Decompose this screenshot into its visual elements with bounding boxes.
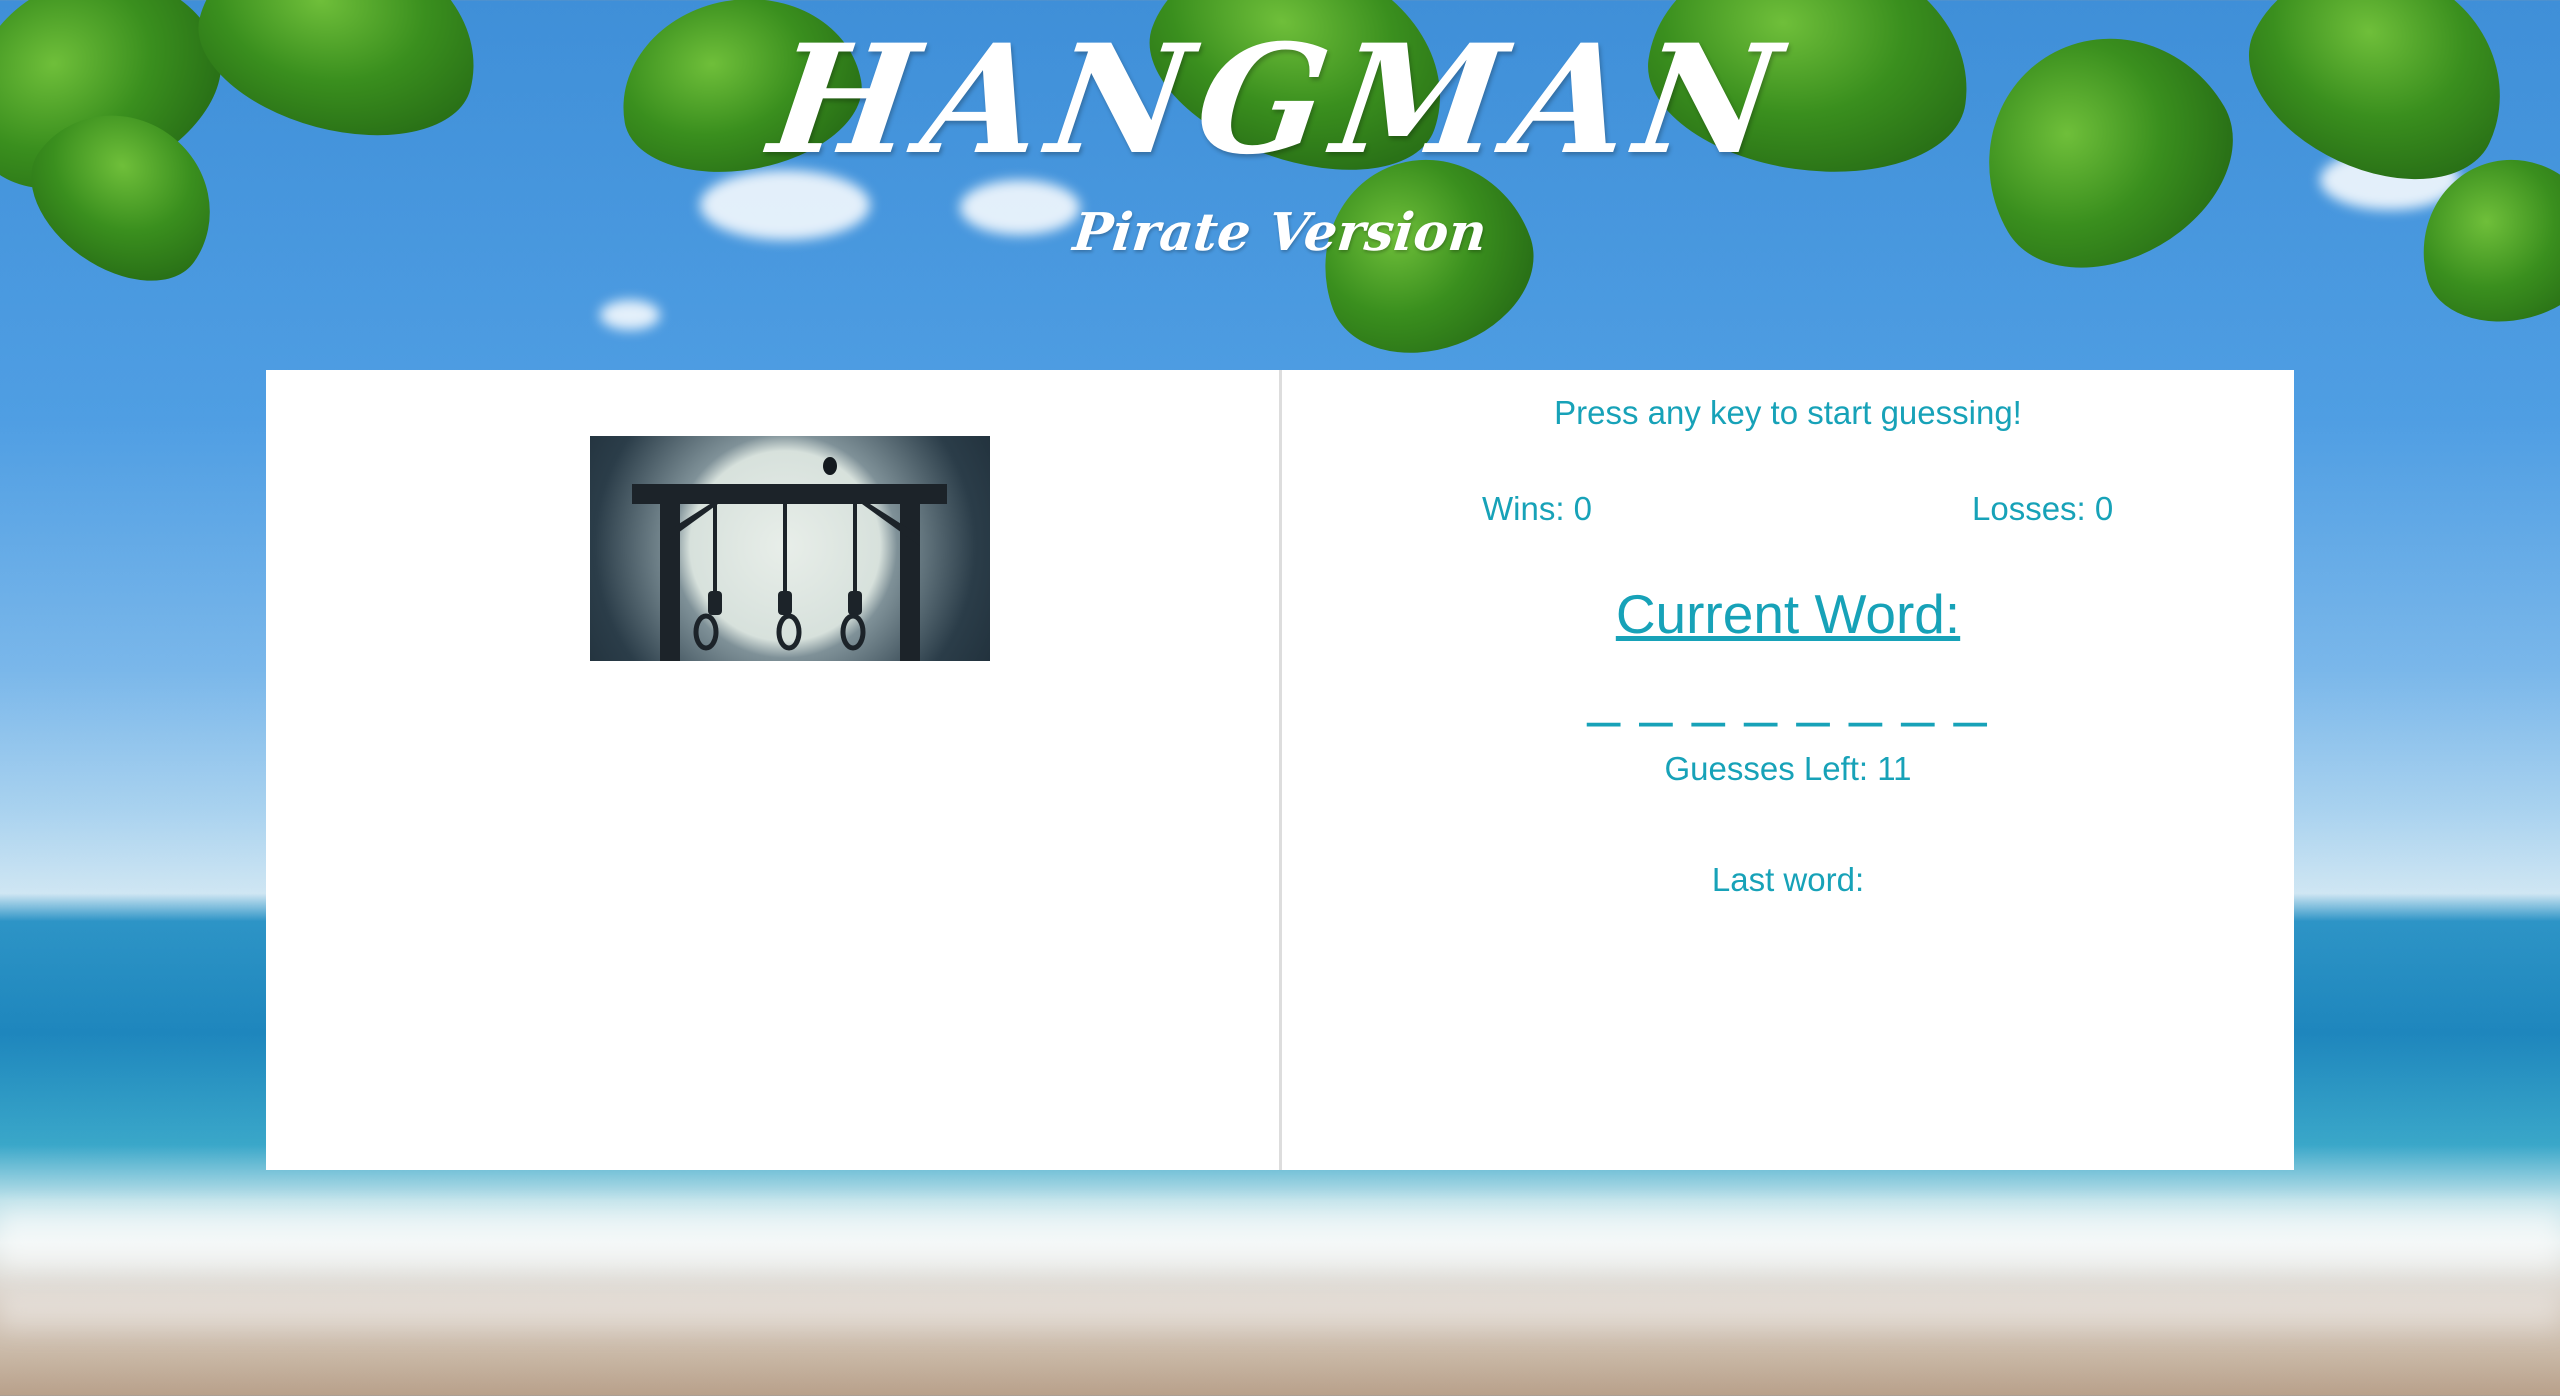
current-word-blanks: _ _ _ _ _ _ _ _ <box>1587 663 1989 728</box>
start-message: Press any key to start guessing! <box>1554 394 2022 431</box>
game-panel: Press any key to start guessing! Wins: 0… <box>266 370 2294 1170</box>
gallows-image <box>590 436 990 661</box>
game-info-column: Press any key to start guessing! Wins: 0… <box>1282 370 2294 1170</box>
current-word-heading: Current Word: <box>1615 583 1961 645</box>
losses-counter: Losses: 0 <box>1972 490 2114 527</box>
image-column <box>266 370 1282 1170</box>
wins-counter: Wins: 0 <box>1482 490 1593 527</box>
guesses-left: Guesses Left: 11 <box>1664 750 1912 787</box>
page-subtitle: Pirate Version <box>1070 202 1490 263</box>
last-word-label: Last word: <box>1711 861 1865 898</box>
page-title: HANGMAN <box>761 12 1799 188</box>
